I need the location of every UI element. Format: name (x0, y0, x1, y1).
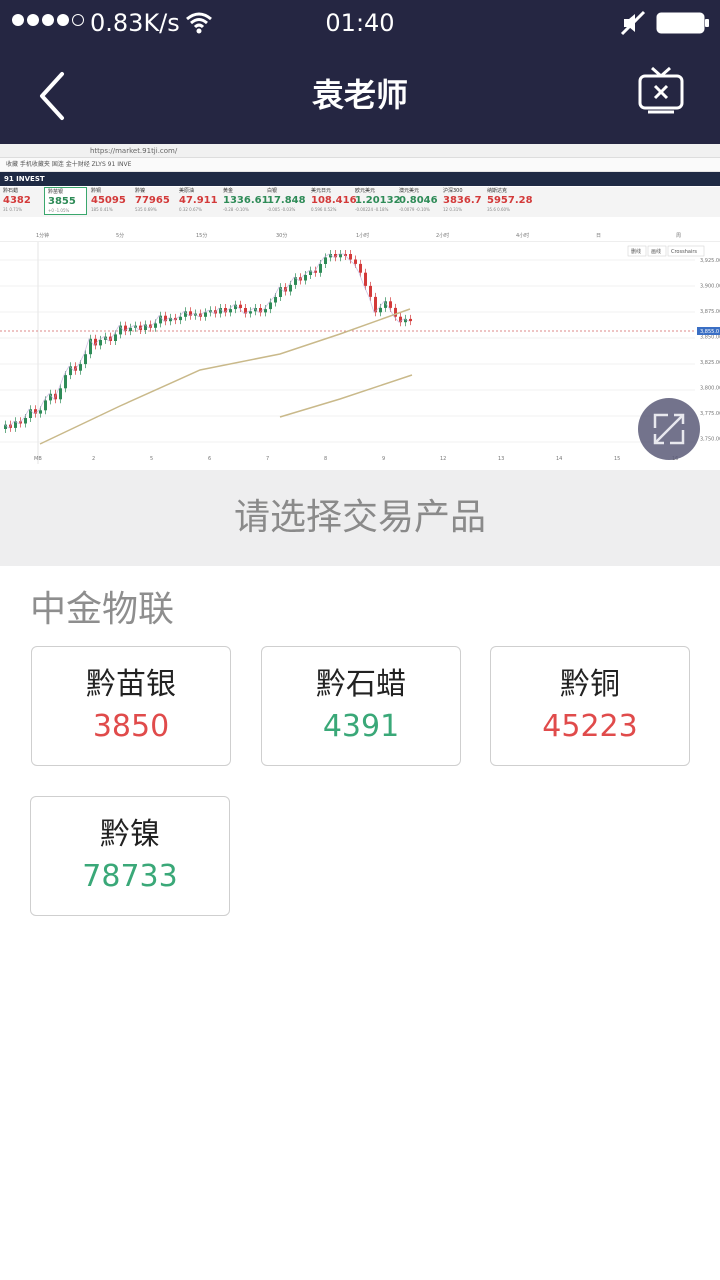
candle-body (114, 334, 117, 341)
close-tv-icon[interactable] (636, 66, 686, 118)
candle-body (44, 400, 47, 411)
candle-body (154, 323, 157, 328)
moving-average-long-2 (279, 374, 413, 418)
product-card-miaoyin[interactable]: 黔苗银 3850 (31, 646, 231, 766)
chart-tool-label: 删线 (631, 248, 641, 255)
chart-tool-label: Crosshairs (671, 249, 697, 255)
price-axis-tick: 3,775.00 (700, 411, 720, 417)
candle-body (359, 263, 362, 273)
candle-body (364, 272, 367, 286)
candle-body (269, 302, 272, 310)
product-name: 黔石蜡 (316, 667, 406, 702)
product-name: 黔苗银 (86, 667, 176, 702)
price-axis-tick: 3,875.00 (700, 309, 720, 315)
candle-body (24, 418, 27, 424)
candle-body (204, 312, 207, 317)
candle-body (324, 257, 327, 264)
date-axis-tick: 2 (92, 456, 95, 462)
price-axis-tick: 3,800.00 (700, 386, 720, 392)
candle-body (339, 254, 342, 258)
section-title: 中金物联 (30, 589, 175, 630)
date-axis-tick: 6 (208, 456, 211, 462)
candle-body (304, 275, 307, 281)
candle-body (274, 297, 277, 303)
candle-body (409, 318, 412, 322)
moving-average-short (3, 253, 410, 429)
product-price: 4391 (322, 709, 400, 744)
candle-body (229, 309, 232, 313)
price-axis-tick: 3,750.00 (700, 437, 720, 443)
product-price: 3850 (92, 709, 170, 744)
candlestick-chart: 3,925.00 3,900.00 3,875.00 3,850.00 3,825.00… (0, 242, 720, 464)
product-card-tong[interactable]: 黔铜 45223 (490, 646, 690, 766)
price-axis-tick: 3,850.00 (700, 335, 720, 341)
candle-body (239, 304, 242, 308)
moving-average-long (39, 308, 411, 445)
battery-icon (656, 12, 709, 34)
product-card-shila[interactable]: 黔石蜡 4391 (261, 646, 461, 766)
candle-body (394, 307, 397, 317)
expand-icon (653, 413, 685, 445)
candle-body (249, 311, 252, 314)
candle-body (84, 354, 87, 365)
price-axis-tick: 3,925.00 (700, 258, 720, 264)
candle-body (369, 285, 372, 297)
date-axis-tick: 8 (324, 456, 327, 462)
candle-body (99, 339, 102, 346)
product-price: 45223 (542, 709, 638, 744)
candle-body (349, 254, 352, 260)
date-axis-tick: 5 (150, 456, 153, 462)
current-price-tag: 3,855.0 (700, 329, 719, 335)
product-name: 黔铜 (560, 667, 620, 702)
price-axis-tick: 3,825.00 (700, 360, 720, 366)
date-axis-tick: 7 (266, 456, 269, 462)
prompt-text: 请选择交易产品 (233, 497, 486, 538)
status-clock: 01:40 (325, 9, 395, 37)
date-axis-tick: 9 (382, 456, 385, 462)
product-price: 78733 (82, 859, 178, 894)
chart-tool-label: 画线 (651, 248, 661, 255)
fullscreen-button[interactable] (638, 398, 700, 460)
candle-body (379, 307, 382, 313)
status-bar: 0.83K/s 01:40 (0, 0, 720, 48)
candle-body (59, 388, 62, 400)
candle-body (319, 264, 322, 273)
candle-body (354, 259, 357, 264)
candle-body (129, 327, 132, 332)
video-stream[interactable]: https://market.91tji.com/ 收藏 手机收藏夹 国连 金十… (0, 144, 720, 470)
candle-body (39, 410, 42, 414)
date-axis-tick: 12 (440, 456, 446, 462)
candle-body (389, 301, 392, 308)
candle-body (289, 284, 292, 292)
date-axis-tick: 15 (614, 456, 620, 462)
product-card-nie[interactable]: 黔镍 78733 (30, 796, 230, 916)
candle-body (264, 309, 267, 313)
page-title: 袁老师 (311, 76, 408, 114)
candle-body (64, 375, 67, 389)
date-axis-tick: 13 (498, 456, 504, 462)
mute-icon (620, 10, 646, 36)
product-name: 黔镍 (100, 817, 160, 852)
date-axis-tick: 14 (556, 456, 562, 462)
price-axis-tick: 3,900.00 (700, 284, 720, 290)
nav-bar: 袁老师 (0, 48, 720, 144)
candle-body (79, 364, 82, 371)
date-axis-tick: MB (34, 456, 42, 462)
candle-body (179, 316, 182, 321)
select-product-prompt: 请选择交易产品 (0, 470, 720, 566)
